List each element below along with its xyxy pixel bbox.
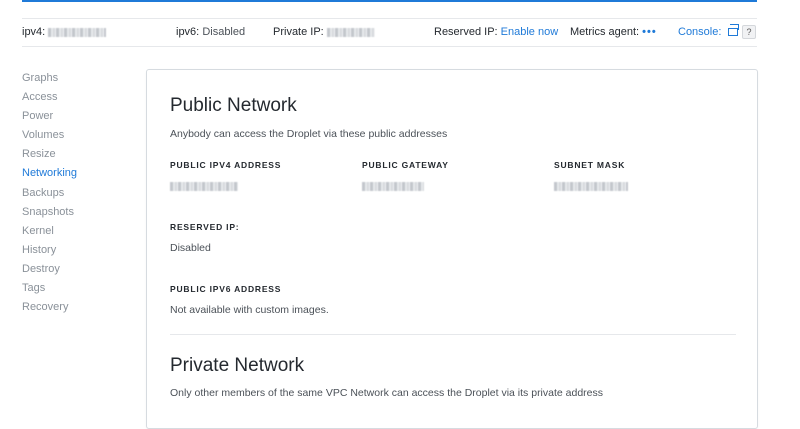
droplet-sidebar-nav: Graphs Access Power Volumes Resize Netwo… xyxy=(22,70,122,318)
private-network-description: Only other members of the same VPC Netwo… xyxy=(170,387,604,399)
ipv4-redacted-value[interactable] xyxy=(48,27,107,37)
sidebar-item-graphs[interactable]: Graphs xyxy=(22,70,122,89)
private-ip-redacted-value[interactable] xyxy=(326,27,375,37)
top-accent-rule xyxy=(22,0,757,2)
public-ipv4-caption: PUBLIC IPV4 ADDRESS xyxy=(170,160,282,170)
metrics-agent-info: Metrics agent: ••• xyxy=(570,19,657,46)
sidebar-item-backups[interactable]: Backups xyxy=(22,185,122,204)
reserved-ip-caption: RESERVED IP: xyxy=(170,222,240,232)
public-network-title: Public Network xyxy=(170,95,297,116)
sidebar-item-volumes[interactable]: Volumes xyxy=(22,127,122,146)
help-info: ? xyxy=(742,19,756,46)
public-gateway-redacted-value[interactable] xyxy=(362,182,424,191)
public-gateway-caption: PUBLIC GATEWAY xyxy=(362,160,449,170)
subnet-mask-caption: SUBNET MASK xyxy=(554,160,626,170)
reserved-ip-label: Reserved IP: xyxy=(434,26,498,38)
private-ip-label: Private IP: xyxy=(273,26,324,38)
ipv6-label: ipv6: xyxy=(176,26,200,38)
external-window-icon[interactable] xyxy=(728,24,740,37)
sidebar-item-kernel[interactable]: Kernel xyxy=(22,223,122,242)
sidebar-item-tags[interactable]: Tags xyxy=(22,280,122,299)
ipv4-info: ipv4: xyxy=(22,19,107,46)
droplet-info-bar: ipv4: ipv6: Disabled Private IP: Reserve… xyxy=(22,18,757,47)
ipv4-label: ipv4: xyxy=(22,26,46,38)
console-label[interactable]: Console: xyxy=(678,26,721,38)
ipv6-info: ipv6: Disabled xyxy=(176,19,245,46)
sidebar-item-history[interactable]: History xyxy=(22,242,122,261)
help-button[interactable]: ? xyxy=(742,25,756,40)
reserved-ip-value: Disabled xyxy=(170,242,211,254)
sidebar-item-destroy[interactable]: Destroy xyxy=(22,261,122,280)
sidebar-item-recovery[interactable]: Recovery xyxy=(22,299,122,318)
public-ipv6-caption: PUBLIC IPV6 ADDRESS xyxy=(170,284,282,294)
section-divider xyxy=(170,334,736,335)
sidebar-item-power[interactable]: Power xyxy=(22,108,122,127)
subnet-mask-redacted-value[interactable] xyxy=(554,182,628,191)
public-ipv6-value: Not available with custom images. xyxy=(170,304,329,316)
ipv6-value: Disabled xyxy=(202,26,246,38)
public-network-description: Anybody can access the Droplet via these… xyxy=(170,128,448,140)
networking-panel: Public Network Anybody can access the Dr… xyxy=(146,69,758,429)
private-ip-info: Private IP: xyxy=(273,19,375,46)
sidebar-item-networking[interactable]: Networking xyxy=(22,165,122,184)
sidebar-item-resize[interactable]: Resize xyxy=(22,146,122,165)
metrics-agent-more-button[interactable]: ••• xyxy=(642,26,657,38)
sidebar-item-access[interactable]: Access xyxy=(22,89,122,108)
sidebar-item-snapshots[interactable]: Snapshots xyxy=(22,204,122,223)
private-network-title: Private Network xyxy=(170,355,305,376)
console-link[interactable]: Console: xyxy=(678,19,740,46)
reserved-ip-info: Reserved IP: Enable now xyxy=(434,19,558,46)
metrics-agent-label: Metrics agent: xyxy=(570,26,640,38)
public-ipv4-redacted-value[interactable] xyxy=(170,182,238,191)
enable-reserved-ip-link[interactable]: Enable now xyxy=(501,26,559,38)
